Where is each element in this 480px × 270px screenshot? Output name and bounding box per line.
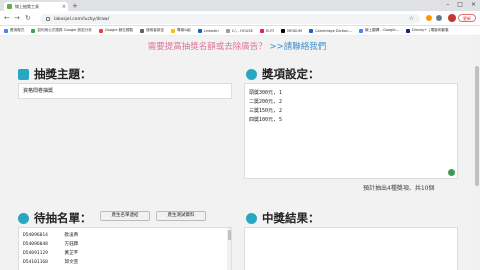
gift-icon xyxy=(18,68,29,80)
bookmark-icon xyxy=(197,28,202,33)
prize-line: 頭獎300元, 1 xyxy=(249,90,283,96)
bookmark-item[interactable]: MEDIUM xyxy=(281,28,303,33)
bookmark-label: 如何用公式換算 Google 設定分析 xyxy=(37,28,92,32)
bookmark-icon xyxy=(225,28,230,33)
bookmark-item[interactable]: 專案&組 xyxy=(171,28,191,33)
bookmark-item[interactable]: 使用者設定 xyxy=(140,28,164,33)
bookmark-icon xyxy=(281,28,286,33)
close-tab-icon[interactable]: × xyxy=(62,4,66,10)
bookmark-label: EUTI xyxy=(265,28,275,33)
bookmark-label: 專案&組 xyxy=(177,28,191,32)
topic-input[interactable]: 資格問卷抽獎 xyxy=(18,83,232,99)
result-section-title: 中獎結果： xyxy=(246,210,320,226)
prize-line: 二獎200元, 2 xyxy=(249,99,283,105)
bookmark-label: Google 數位經驗 xyxy=(104,28,134,32)
candidate-title: 待抽名單： xyxy=(34,211,92,225)
page-scrollbar-thumb[interactable] xyxy=(475,66,479,186)
bookmark-icon xyxy=(31,28,36,33)
browser-tab-bar: 線上抽獎工具 × + – □ × xyxy=(0,0,480,11)
bookmark-item[interactable]: Disney+ | 電影和影集 xyxy=(406,28,449,33)
reload-icon[interactable]: ↻ xyxy=(25,14,31,22)
profile-avatar[interactable] xyxy=(448,14,456,22)
grammar-check-icon[interactable] xyxy=(448,169,455,176)
window-controls: – □ × xyxy=(446,1,476,8)
bookmark-item[interactable]: 應用程式 xyxy=(4,28,24,33)
maximize-icon[interactable]: □ xyxy=(457,1,463,8)
candidate-row: D54101168 邱文芸 xyxy=(23,260,79,265)
extension-icon[interactable] xyxy=(426,15,432,21)
bookmark-label: MEDIUM xyxy=(287,28,303,33)
bookmark-label: Disney+ | 電影和影集 xyxy=(412,28,449,32)
bookmark-icon xyxy=(309,28,314,33)
question-icon xyxy=(246,212,257,224)
candidate-row: D54096014 歐凌菁 xyxy=(23,233,79,238)
generate-list-link-button[interactable]: 產生名單連結 xyxy=(100,211,150,221)
bookmarks-bar: 應用程式 如何用公式換算 Google 設定分析 Google 數位經驗 使用者設定 專… xyxy=(0,26,480,36)
bookmark-icon xyxy=(406,28,411,33)
upgrade-banner: 需要提高抽獎名額或去除廣告？ >>請聯絡我們 xyxy=(0,40,474,52)
bookmark-icon xyxy=(140,28,145,33)
new-tab-icon[interactable]: + xyxy=(72,2,78,10)
bookmark-item[interactable]: 線上翻譯 - Google... xyxy=(358,28,400,33)
bookmark-item[interactable]: Google 數位經驗 xyxy=(98,28,134,33)
bookmark-icon xyxy=(358,28,363,33)
page-scrollbar[interactable] xyxy=(474,36,480,270)
forward-icon[interactable]: → xyxy=(14,14,20,22)
bookmark-label: C:\ - HOUSE xyxy=(231,28,253,33)
topic-section-title: 抽獎主題： xyxy=(18,66,92,82)
page-content: 需要提高抽獎名額或去除廣告？ >>請聯絡我們 抽獎主題： 資格問卷抽獎 獎項設定… xyxy=(0,36,474,270)
bookmark-icon xyxy=(4,28,8,33)
update-button[interactable]: 更新 xyxy=(458,14,476,22)
bookmark-label: Cambridge Diction... xyxy=(315,28,352,33)
favicon-icon xyxy=(7,4,12,9)
bookmark-item[interactable]: Cambridge Diction... xyxy=(309,28,352,33)
close-window-icon[interactable]: × xyxy=(471,1,476,8)
bookmark-icon xyxy=(171,28,176,33)
bookmark-star-icon[interactable]: ☆ xyxy=(409,15,414,22)
tab-title: 線上抽獎工具 xyxy=(15,3,39,9)
bookmark-label: 線上翻譯 - Google... xyxy=(364,28,400,32)
topic-title: 抽獎主題： xyxy=(34,67,92,81)
banner-text: 需要提高抽獎名額或去除廣告？ xyxy=(147,42,267,52)
candidate-row: D54091129 黃芷芊 xyxy=(23,251,79,256)
prize-section-title: 獎項設定： xyxy=(246,66,320,82)
candidate-scrollbar[interactable] xyxy=(227,228,231,270)
bookmark-label: LinkedIn xyxy=(203,28,219,33)
contact-link[interactable]: >>請聯絡我們 xyxy=(269,42,326,52)
back-icon[interactable]: ← xyxy=(4,14,10,22)
extensions-puzzle-icon[interactable] xyxy=(436,15,442,21)
result-panel xyxy=(244,227,458,270)
prize-lines: 頭獎300元, 1 二獎200元, 2 三獎150元, 2 四獎100元, 5 xyxy=(245,84,457,130)
minimize-icon[interactable]: – xyxy=(446,1,449,8)
star-icon xyxy=(246,68,257,80)
bookmark-item[interactable]: 如何用公式換算 Google 設定分析 xyxy=(31,28,92,33)
prize-line: 四獎100元, 5 xyxy=(249,117,283,123)
bookmark-item[interactable]: C:\ - HOUSE xyxy=(225,28,253,33)
prize-summary: 預計抽出4種獎項、共10個 xyxy=(363,185,435,192)
candidate-textarea[interactable]: D54096014 歐凌菁 D54096048 方鈺霖 D54091129 黃芷… xyxy=(18,227,232,270)
topic-value: 資格問卷抽獎 xyxy=(23,88,54,94)
address-bar: ← → ↻ lakosjel.com/lucky/draw/ ☆ 更新 xyxy=(0,11,480,26)
result-title: 中獎結果： xyxy=(262,211,320,225)
bookmark-icon xyxy=(98,28,103,33)
lock-icon xyxy=(46,17,50,21)
browser-tab[interactable]: 線上抽獎工具 × xyxy=(4,2,68,11)
users-icon xyxy=(18,212,29,224)
generate-test-data-button[interactable]: 產生測試資料 xyxy=(156,211,206,221)
candidate-row: D54096048 方鈺霖 xyxy=(23,242,79,247)
bookmark-label: 使用者設定 xyxy=(146,28,165,32)
prize-textarea[interactable]: 頭獎300元, 1 二獎200元, 2 三獎150元, 2 四獎100元, 5 xyxy=(244,83,458,179)
candidate-section-title: 待抽名單： xyxy=(18,210,92,226)
bookmark-item[interactable]: EUTI xyxy=(259,28,275,33)
prize-title: 獎項設定： xyxy=(262,67,320,81)
bookmark-icon xyxy=(259,28,264,33)
bookmark-item[interactable]: LinkedIn xyxy=(197,28,219,33)
bookmark-label: 應用程式 xyxy=(10,28,25,32)
url-input[interactable]: lakosjel.com/lucky/draw/ ☆ xyxy=(40,14,420,24)
url-text: lakosjel.com/lucky/draw/ xyxy=(54,16,110,22)
prize-line: 三獎150元, 2 xyxy=(249,108,283,114)
